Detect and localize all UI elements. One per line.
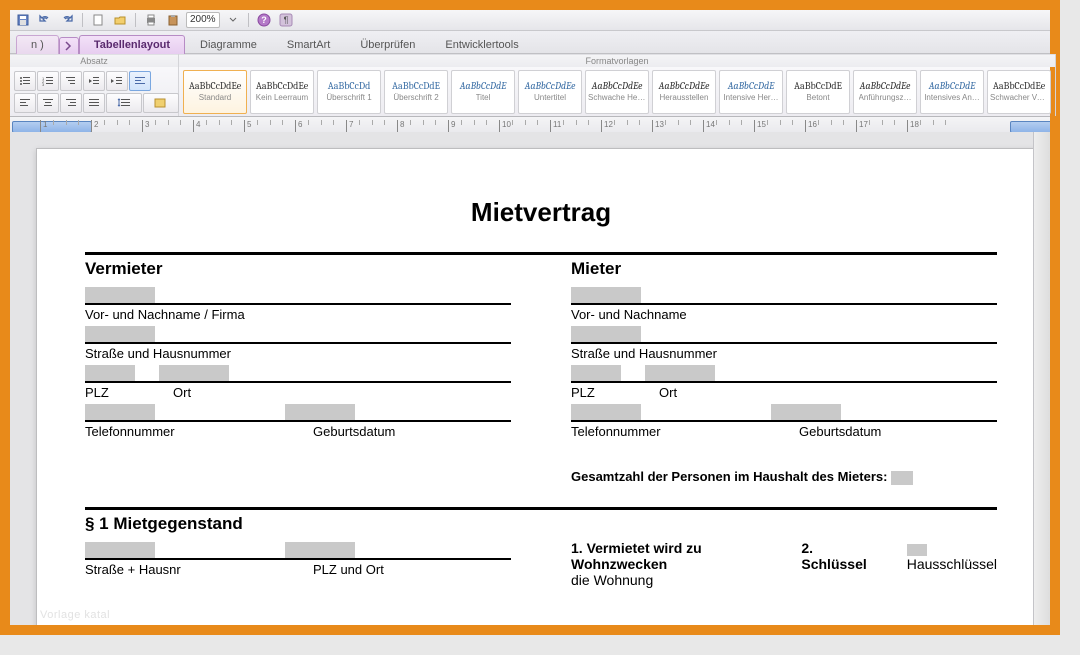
bullet-list-icon[interactable]	[14, 71, 36, 91]
open-icon[interactable]	[111, 11, 129, 29]
sub-2-body: Hausschlüssel	[907, 556, 997, 572]
style-intensives-an-[interactable]: AaBbCcDdEIntensives An…	[920, 70, 984, 114]
section-1-heading: § 1 Mietgegenstand	[85, 514, 997, 534]
label-tel-l: Telefonnummer	[85, 422, 285, 441]
align-left-icon[interactable]	[129, 71, 151, 91]
vermieter-heading: Vermieter	[85, 259, 511, 279]
style-intensive-her-[interactable]: AaBbCcDdEIntensive Her…	[719, 70, 783, 114]
indent-right-icon[interactable]	[106, 71, 128, 91]
svg-text:3: 3	[42, 82, 45, 86]
style-schwache-her-[interactable]: AaBbCcDdEeSchwache Her…	[585, 70, 649, 114]
show-hide-icon[interactable]: ¶	[277, 11, 295, 29]
multilevel-list-icon[interactable]	[60, 71, 82, 91]
style-titel[interactable]: AaBbCcDdETitel	[451, 70, 515, 114]
mieter-heading: Mieter	[571, 259, 997, 279]
align-r-icon[interactable]	[60, 93, 82, 113]
tab-home-partial[interactable]: n )	[16, 35, 59, 54]
group-styles: Formatvorlagen AaBbCcDdEeStandardAaBbCcD…	[179, 54, 1056, 116]
vertical-scrollbar[interactable]	[1033, 132, 1050, 625]
line-spacing-icon[interactable]	[106, 93, 142, 113]
style-anf-hrungsz-[interactable]: AaBbCcDdEeAnführungsz…	[853, 70, 917, 114]
label-strasse-r: Straße und Hausnummer	[571, 344, 997, 363]
group-absatz: Absatz 123	[10, 54, 179, 116]
number-list-icon[interactable]: 123	[37, 71, 59, 91]
style--berschrift-[interactable]: AaBbCcDdEÜberschrift 2	[384, 70, 448, 114]
save-icon[interactable]	[14, 11, 32, 29]
redo-icon[interactable]	[58, 11, 76, 29]
label-strasse-hausnr: Straße + Hausnr	[85, 560, 285, 579]
style-kein-leerraum[interactable]: AaBbCcDdEeKein Leerraum	[250, 70, 314, 114]
svg-text:¶: ¶	[283, 15, 288, 25]
doc-title: Mietvertrag	[85, 197, 997, 228]
col-mieter: Mieter Vor- und Nachname Straße und Haus…	[571, 257, 997, 485]
shading-icon[interactable]	[143, 93, 179, 113]
undo-icon[interactable]	[36, 11, 54, 29]
tab-tabellenlayout[interactable]: Tabellenlayout	[79, 35, 185, 54]
style-betont[interactable]: AaBbCcDdEBetont	[786, 70, 850, 114]
ribbon: Absatz 123	[10, 54, 1050, 117]
align-l-icon[interactable]	[14, 93, 36, 113]
document-area: Mietvertrag Vermieter Vor- und Nachname …	[10, 132, 1050, 625]
group-title-absatz: Absatz	[10, 54, 178, 67]
label-strasse-l: Straße und Hausnummer	[85, 344, 511, 363]
style-untertitel[interactable]: AaBbCcDdEeUntertitel	[518, 70, 582, 114]
ribbon-tabs: n ) Tabellenlayout Diagramme SmartArt Üb…	[10, 31, 1050, 54]
tab-diagramme[interactable]: Diagramme	[185, 35, 272, 54]
new-doc-icon[interactable]	[89, 11, 107, 29]
paste-icon[interactable]	[164, 11, 182, 29]
label-plz-ort: PLZ und Ort	[313, 560, 384, 579]
zoom-dropdown-icon[interactable]	[224, 11, 242, 29]
col-vermieter: Vermieter Vor- und Nachname / Firma Stra…	[85, 257, 511, 485]
tab-entwicklertools[interactable]: Entwicklertools	[430, 35, 533, 54]
style--berschrift-[interactable]: AaBbCcDdÜberschrift 1	[317, 70, 381, 114]
label-name-firma: Vor- und Nachname / Firma	[85, 305, 511, 324]
align-c-icon[interactable]	[37, 93, 59, 113]
watermark: Vorlage katal	[40, 609, 110, 621]
label-name-r: Vor- und Nachname	[571, 305, 997, 324]
label-ort-l: Ort	[173, 383, 191, 402]
label-geb-l: Geburtsdatum	[313, 422, 395, 441]
indent-left-icon[interactable]	[83, 71, 105, 91]
sub-2-head: 2. Schlüssel	[801, 540, 866, 588]
style-standard[interactable]: AaBbCcDdEeStandard	[183, 70, 247, 114]
help-icon[interactable]: ?	[255, 11, 273, 29]
label-ort-r: Ort	[659, 383, 677, 402]
label-plz-l: PLZ	[85, 383, 145, 402]
svg-text:?: ?	[261, 15, 267, 25]
quick-access-toolbar: 200% ? ¶	[10, 10, 1050, 31]
sub-1-body: die Wohnung	[571, 572, 741, 588]
style-schwacher-ve-[interactable]: AaBbCcDdEeSchwacher Ve…	[987, 70, 1051, 114]
tab-uberprufen[interactable]: Überprüfen	[345, 35, 430, 54]
label-tel-r: Telefonnummer	[571, 422, 771, 441]
label-plz-r: PLZ	[571, 383, 631, 402]
page: Mietvertrag Vermieter Vor- und Nachname …	[36, 148, 1046, 625]
household-label: Gesamtzahl der Personen im Haushalt des …	[571, 469, 997, 485]
align-j-icon[interactable]	[83, 93, 105, 113]
print-icon[interactable]	[142, 11, 160, 29]
label-geb-r: Geburtsdatum	[799, 422, 881, 441]
sub-1-head: 1. Vermietet wird zu Wohnzwecken	[571, 540, 741, 572]
group-title-styles: Formatvorlagen	[179, 54, 1055, 67]
tab-chevron-icon[interactable]	[59, 37, 79, 54]
tab-smartart[interactable]: SmartArt	[272, 35, 345, 54]
style-herausstellen[interactable]: AaBbCcDdEeHerausstellen	[652, 70, 716, 114]
zoom-level[interactable]: 200%	[186, 12, 220, 28]
